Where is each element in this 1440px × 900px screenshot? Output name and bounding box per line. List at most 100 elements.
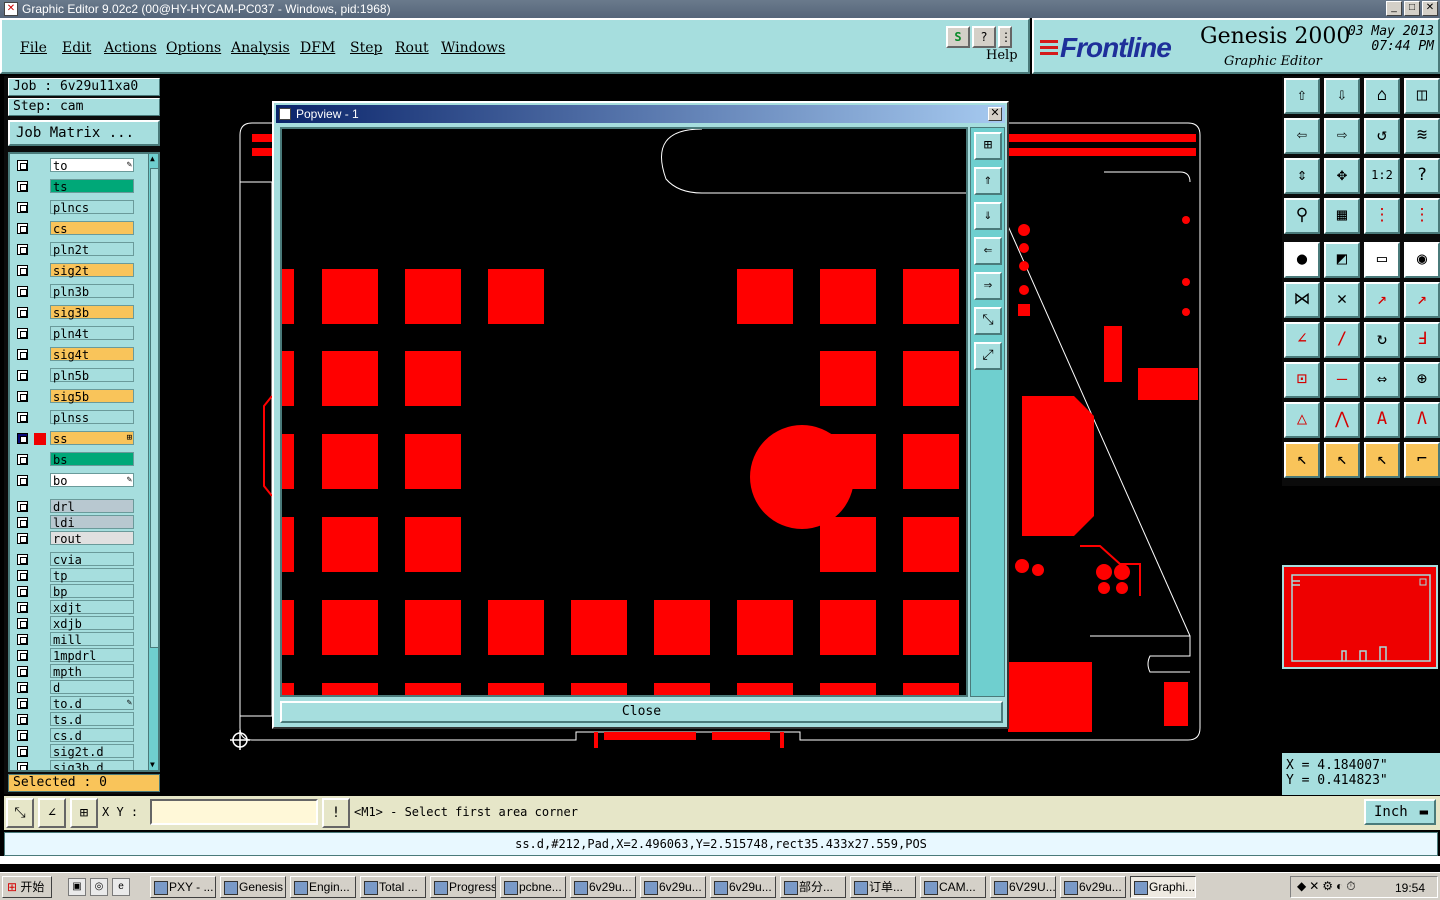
taskbar-item[interactable]: 6v29u... [1060,876,1126,898]
a-icon[interactable]: A [1364,402,1400,438]
pop-pan-up-icon[interactable]: ⇑ [974,167,1002,195]
mirror-icon[interactable]: Ⅎ [1404,322,1440,358]
cross-icon[interactable]: ✕ [1324,282,1360,318]
layer-checkbox[interactable] [17,307,28,318]
layer-row-drl[interactable]: drl [12,499,134,514]
angle-icon[interactable]: ∠ [1284,322,1320,358]
layer-name[interactable]: bo [50,473,134,488]
layer-checkbox[interactable] [17,433,28,444]
layer-name[interactable]: 1mpdrl [50,648,134,663]
layer-name[interactable]: bp [50,584,134,599]
quicklaunch-desktop-icon[interactable]: ▣ [68,878,86,896]
layer-name[interactable]: sig3b.d [50,760,134,770]
layer-checkbox[interactable] [17,244,28,255]
split-view-icon[interactable]: ◫ [1404,78,1440,114]
taskbar-item[interactable]: 订单... [850,876,916,898]
layer-name[interactable]: mill [50,632,134,647]
layer-name[interactable]: rout [50,531,134,546]
grid-icon-button[interactable]: ⊞ [70,798,98,828]
layer-name[interactable]: sig5b [50,389,134,404]
layer-row-cs[interactable]: cs [12,221,134,236]
layer-row-cvia[interactable]: cvia [12,552,134,567]
pop-zoom-in-icon[interactable]: ⤡ [974,307,1002,335]
s-curve-icon[interactable]: ≋ [1404,118,1440,154]
quicklaunch-app-icon[interactable]: ◎ [90,878,108,896]
layer-row-xdjt[interactable]: xdjt [12,600,134,615]
layer-checkbox[interactable] [17,286,28,297]
quicklaunch-ie-icon[interactable]: e [112,878,130,896]
center-icon[interactable]: ✥ [1324,158,1360,194]
layer-row-sig5b[interactable]: sig5b [12,389,134,404]
layer-name[interactable]: ts [50,179,134,194]
layer-row-pln2t[interactable]: pln2t [12,242,134,257]
s-icon-button[interactable]: S [946,26,970,48]
home-down-icon[interactable]: ⇩ [1324,78,1360,114]
taskbar-item[interactable]: Engin... [290,876,356,898]
layer-name[interactable]: drl [50,499,134,514]
layer-checkbox[interactable] [17,517,28,528]
taskbar-item[interactable]: Total ... [360,876,426,898]
layer-name[interactable]: pln5b [50,368,134,383]
taskbar-item[interactable]: Graphi... [1130,876,1196,898]
layer-row-ts[interactable]: ts [12,179,134,194]
layer-row-to.d[interactable]: to.d ✎ [12,696,134,711]
taskbar-item[interactable]: 6v29u... [710,876,776,898]
taskbar-item[interactable]: CAM... [920,876,986,898]
snap-icon-button[interactable]: ∠ [38,798,66,828]
peak-icon[interactable]: ⋀ [1324,402,1360,438]
layer-checkbox[interactable] [17,554,28,565]
layer-row-mill[interactable]: mill [12,632,134,647]
layer-row-pln3b[interactable]: pln3b [12,284,134,299]
layer-row-1mpdrl[interactable]: 1mpdrl [12,648,134,663]
line-icon[interactable]: / [1324,322,1360,358]
layer-red-icon[interactable]: ⋮ [1364,198,1400,234]
layer-checkbox[interactable] [17,412,28,423]
taskbar-item[interactable]: Progress [430,876,496,898]
layer-checkbox[interactable] [17,181,28,192]
layer-checkbox[interactable] [17,370,28,381]
menu-edit[interactable]: Edit [62,40,91,56]
pop-pan-left-icon[interactable]: ⇐ [974,237,1002,265]
fit-icon[interactable]: ⇕ [1284,158,1320,194]
scale-icon[interactable]: 1:2 [1364,158,1400,194]
help-label[interactable]: Help [986,48,1018,63]
layer-row-tp[interactable]: tp [12,568,134,583]
layer-name[interactable]: sig4t [50,347,134,362]
pan-right-icon[interactable]: ⇨ [1324,118,1360,154]
layer-row-rout[interactable]: rout [12,531,134,546]
layer-checkbox[interactable] [17,698,28,709]
layer-checkbox[interactable] [17,586,28,597]
layer-checkbox[interactable] [17,746,28,757]
layer-list-scrollbar[interactable]: ▲ ▼ [148,154,158,770]
layer-name[interactable]: pln3b [50,284,134,299]
menu-actions[interactable]: Actions [104,40,157,56]
layer-name[interactable]: ts.d [50,712,134,727]
menu-step[interactable]: Step [350,40,382,56]
layer-row-sig3b.d[interactable]: sig3b.d [12,760,134,770]
layer-name[interactable]: d [50,680,134,695]
layer-name[interactable]: xdjt [50,600,134,615]
pop-zoom-fit-icon[interactable]: ⊞ [974,132,1002,160]
layer-row-sig4t[interactable]: sig4t [12,347,134,362]
pop-zoom-out-icon[interactable]: ⤢ [974,342,1002,370]
taskbar-item[interactable]: PXY - ... [150,876,216,898]
layer-checkbox[interactable] [17,666,28,677]
layer-name[interactable]: mpth [50,664,134,679]
layer-name[interactable]: pln2t [50,242,134,257]
select-net-icon[interactable]: ↖ [1364,442,1400,478]
layer-checkbox[interactable] [17,618,28,629]
layer-row-d[interactable]: d [12,680,134,695]
help-question-button[interactable]: ? [972,26,996,48]
layer-row-cs.d[interactable]: cs.d [12,728,134,743]
rotate-icon[interactable]: ↻ [1364,322,1400,358]
pan-left-icon[interactable]: ⇦ [1284,118,1320,154]
units-selector[interactable]: Inch ▬ [1364,799,1436,825]
taskbar-item[interactable]: Genesis [220,876,286,898]
home-up-icon[interactable]: ⇧ [1284,78,1320,114]
grid-view-icon[interactable]: ▦ [1324,198,1360,234]
taskbar-item[interactable]: 6V29U... [990,876,1056,898]
ruler-icon[interactable]: ▭ [1364,242,1400,278]
layer-name[interactable]: cvia [50,552,134,567]
layer-checkbox[interactable] [17,602,28,613]
join-icon[interactable]: ⊕ [1404,362,1440,398]
